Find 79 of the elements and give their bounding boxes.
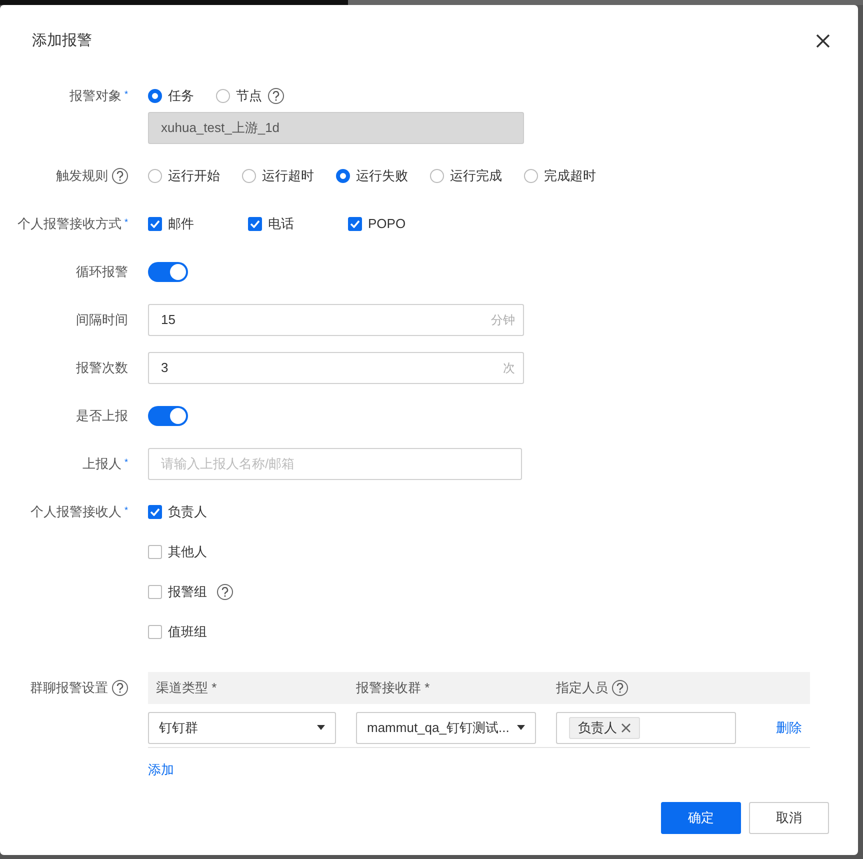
dialog-title: 添加报警 (32, 30, 92, 51)
option-label: 运行开始 (168, 167, 220, 186)
field-label: 是否上报 (76, 407, 128, 426)
readonly-field: xuhua_test_上游_1d (148, 112, 524, 144)
select-value: mammut_qa_钉钉测试... (367, 718, 510, 737)
checkbox[interactable] (148, 545, 162, 559)
radio-option[interactable]: 运行开始 (148, 166, 220, 186)
dialog-button[interactable]: 取消 (749, 802, 829, 834)
unit-suffix: 分钟 (491, 312, 515, 329)
radio-option[interactable]: 完成超时 (524, 166, 596, 186)
checkbox[interactable] (348, 217, 362, 231)
input-field[interactable]: 3 次 (148, 352, 524, 384)
option-label: 邮件 (168, 215, 194, 234)
checkbox[interactable] (148, 505, 162, 519)
remove-icon[interactable] (621, 722, 631, 732)
field-label: 报警次数 (76, 359, 128, 378)
required-mark: * (124, 88, 128, 101)
field-label: 上报人 (82, 455, 122, 474)
field-label: 群聊报警设置 (30, 679, 108, 698)
column-heading: 指定人员 (556, 679, 608, 698)
option-label: 运行完成 (450, 167, 502, 186)
checkbox[interactable] (148, 625, 162, 639)
select-field[interactable]: 钉钉群 (148, 712, 336, 744)
delete-link[interactable]: 删除 (776, 718, 802, 738)
field-label: 个人报警接收人 (30, 503, 122, 522)
column-heading: 渠道类型 * (156, 679, 217, 698)
option-label: 报警组 (168, 583, 207, 602)
field-label: 间隔时间 (76, 311, 128, 330)
field-label: 报警对象 (69, 87, 122, 106)
placeholder-text: 请输入上报人名称/邮箱 (161, 455, 296, 474)
toggle-switch[interactable] (148, 262, 188, 282)
check-icon (150, 220, 160, 228)
help-icon[interactable] (112, 680, 128, 696)
help-icon[interactable] (217, 584, 233, 600)
required-mark: * (124, 504, 128, 517)
option-label: 节点 (236, 87, 262, 106)
check-icon (350, 220, 360, 228)
check-icon (150, 508, 160, 516)
tag-input-field[interactable]: 负责人 (556, 712, 736, 744)
unit-suffix: 次 (503, 360, 515, 377)
option-label: 运行失败 (356, 167, 408, 186)
radio-option[interactable]: 运行超时 (242, 166, 314, 186)
option-label: 电话 (268, 215, 294, 234)
checkbox[interactable] (148, 585, 162, 599)
close-icon[interactable] (816, 34, 830, 48)
person-tag: 负责人 (569, 716, 640, 738)
column-heading: 报警接收群 * (356, 679, 430, 698)
help-icon[interactable] (612, 680, 628, 696)
radio-option[interactable]: 任务 (148, 86, 194, 106)
option-label: 其他人 (168, 543, 207, 562)
required-mark: * (124, 216, 128, 229)
option-label: 任务 (168, 87, 194, 106)
input-value: 3 (161, 359, 170, 378)
option-label: 值班组 (168, 623, 207, 642)
radio-option[interactable]: 运行完成 (430, 166, 502, 186)
required-mark: * (124, 456, 128, 469)
check-icon (250, 220, 260, 228)
help-icon[interactable] (112, 168, 128, 184)
select-field[interactable]: mammut_qa_钉钉测试... (356, 712, 536, 744)
caret-icon (317, 725, 325, 730)
checkbox[interactable] (248, 217, 262, 231)
add-link[interactable]: 添加 (148, 760, 174, 780)
radio-option[interactable]: 节点 (216, 86, 262, 106)
toggle-switch[interactable] (148, 406, 188, 426)
option-label: 运行超时 (262, 167, 314, 186)
checkbox[interactable] (148, 217, 162, 231)
option-label: POPO (368, 215, 406, 234)
input-value: 15 (161, 311, 176, 330)
option-label: 负责人 (168, 503, 207, 522)
field-label: 循环报警 (76, 263, 128, 282)
help-icon[interactable] (268, 88, 284, 104)
dialog-button[interactable]: 确定 (661, 802, 741, 834)
select-value: 钉钉群 (159, 718, 198, 737)
field-label: 个人报警接收方式 (17, 215, 122, 234)
option-label: 完成超时 (544, 167, 596, 186)
field-label: 触发规则 (56, 167, 108, 186)
input-field[interactable]: 15 分钟 (148, 304, 524, 336)
radio-option[interactable]: 运行失败 (336, 166, 408, 186)
caret-icon (517, 725, 525, 730)
